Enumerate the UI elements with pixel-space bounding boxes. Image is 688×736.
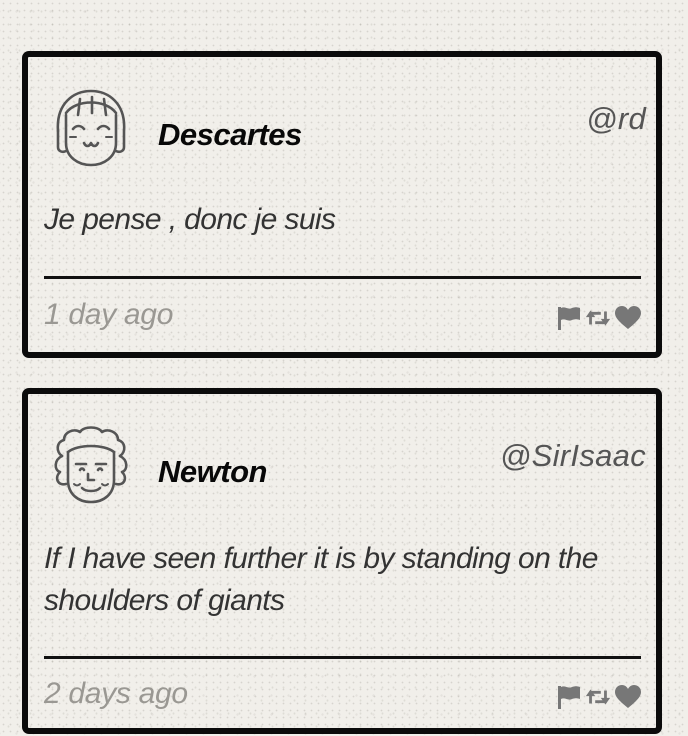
flag-button[interactable] <box>554 684 582 710</box>
flag-icon <box>558 686 580 709</box>
heart-icon <box>615 685 641 708</box>
divider <box>44 656 641 659</box>
curly-hair-face-avatar-icon <box>54 426 128 504</box>
retweet-icon <box>585 689 611 705</box>
girl-face-avatar-icon <box>56 89 126 167</box>
post-actions <box>554 684 642 710</box>
retweet-button[interactable] <box>584 684 612 710</box>
flag-button[interactable] <box>554 305 582 331</box>
avatar[interactable] <box>48 422 134 508</box>
like-button[interactable] <box>614 684 642 710</box>
post-text: Je pense , donc je suis <box>44 203 336 236</box>
retweet-icon <box>585 310 611 326</box>
author-name[interactable]: Newton <box>158 454 267 490</box>
author-handle[interactable]: @rd <box>586 101 646 137</box>
post-actions <box>554 305 642 331</box>
timestamp: 2 days ago <box>44 677 188 710</box>
author-name[interactable]: Descartes <box>158 117 302 153</box>
post-card: Newton @SirIsaac If I have seen further … <box>22 388 662 734</box>
author-handle[interactable]: @SirIsaac <box>500 438 646 474</box>
avatar[interactable] <box>48 85 134 171</box>
post-text: If I have seen further it is by standing… <box>44 542 598 617</box>
heart-icon <box>615 306 641 329</box>
timestamp: 1 day ago <box>44 298 174 331</box>
like-button[interactable] <box>614 305 642 331</box>
flag-icon <box>558 307 580 330</box>
divider <box>44 276 641 279</box>
retweet-button[interactable] <box>584 305 612 331</box>
post-card: Descartes @rd Je pense , donc je suis 1 … <box>22 51 662 358</box>
